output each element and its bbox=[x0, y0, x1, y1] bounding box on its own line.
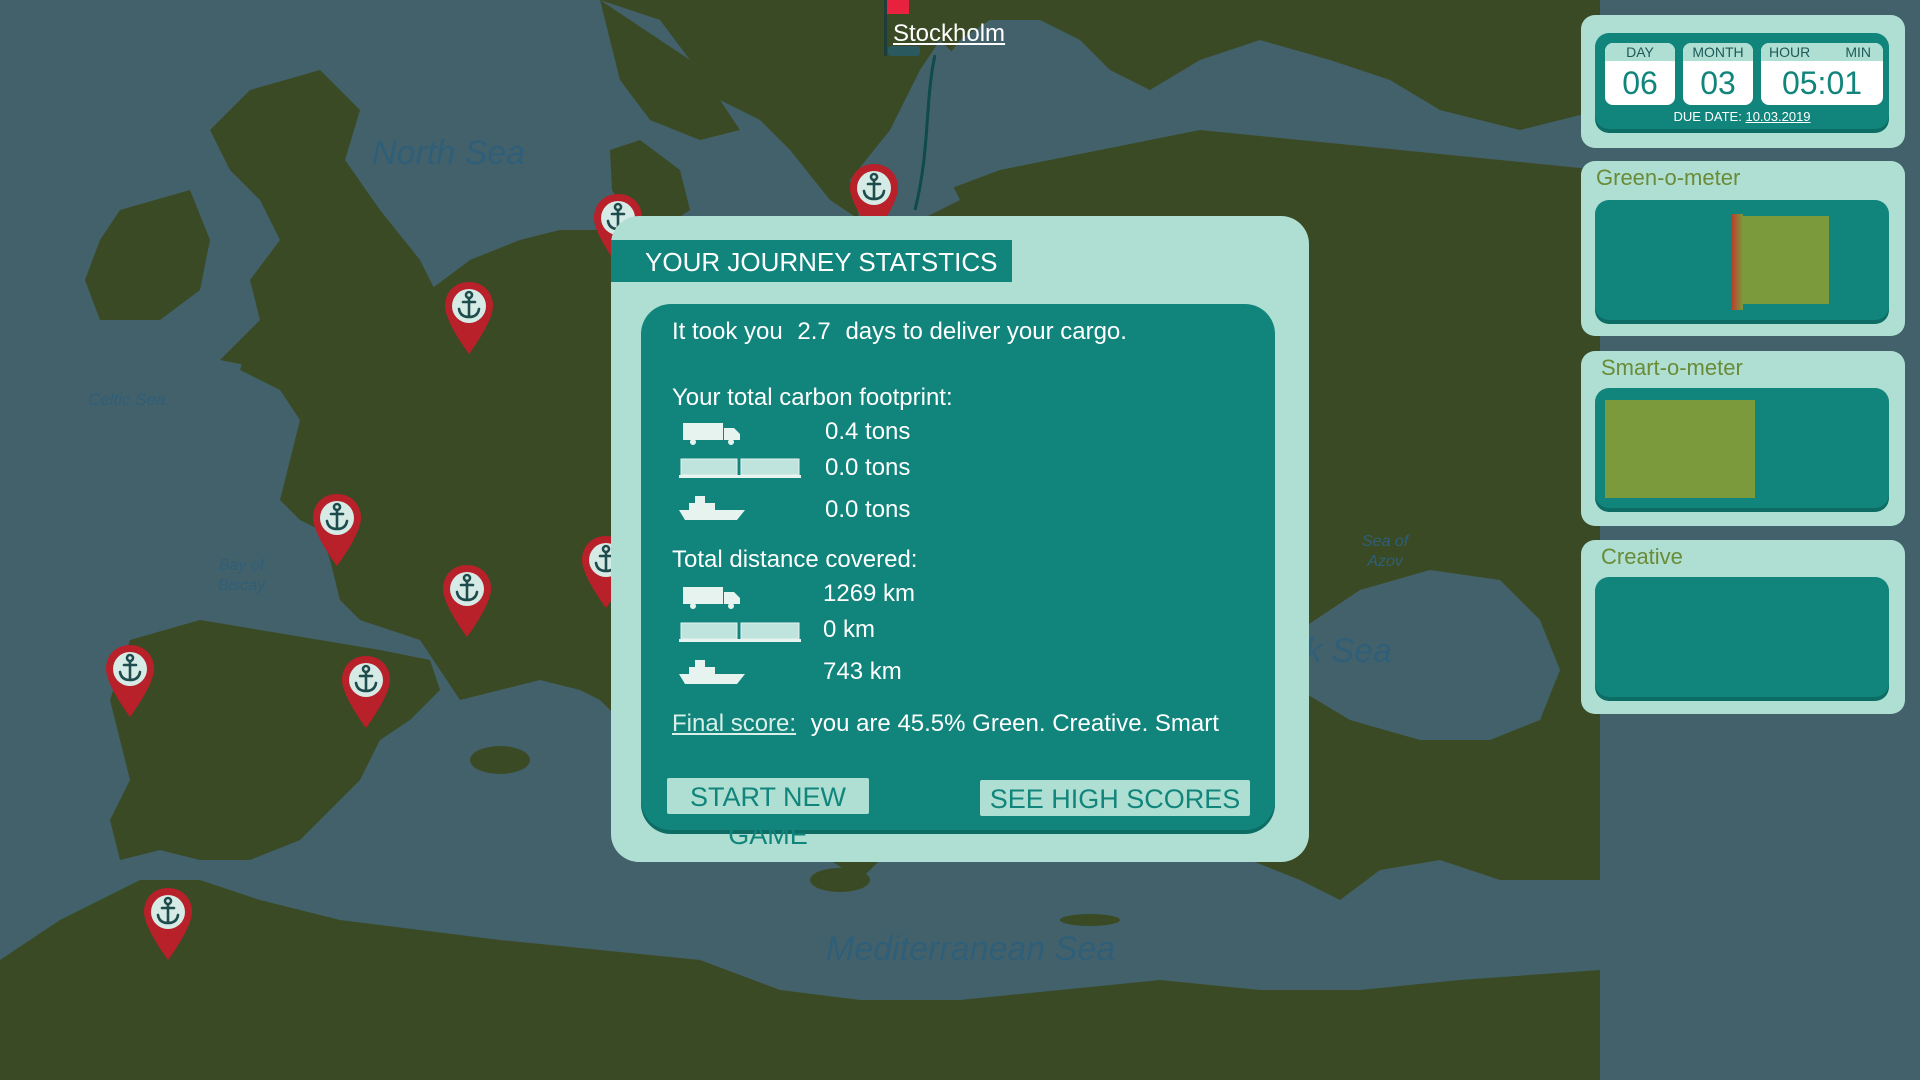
green-meter-panel: Green-o-meter bbox=[1581, 161, 1905, 336]
black-sea-label: k Sea bbox=[1305, 632, 1392, 670]
green-meter-edge bbox=[1731, 214, 1743, 310]
dialog-title: YOUR JOURNEY STATSTICS bbox=[611, 240, 1012, 282]
took-suffix: days to deliver your cargo. bbox=[845, 318, 1127, 345]
see-high-scores-button[interactable]: SEE HIGH SCORES bbox=[980, 780, 1250, 816]
creative-meter-box bbox=[1595, 577, 1889, 701]
month-value: 03 bbox=[1700, 65, 1736, 101]
start-new-game-button[interactable]: START NEW GAME bbox=[667, 778, 869, 850]
port-anchor-pin-icon[interactable] bbox=[340, 654, 392, 730]
train-icon bbox=[679, 458, 801, 478]
destination-city-link[interactable]: Stockholm bbox=[893, 20, 1005, 48]
due-date-value: 10.03.2019 bbox=[1745, 109, 1811, 124]
time-box: HOUR MIN 05:01 bbox=[1761, 43, 1883, 105]
hour-value: 05 bbox=[1781, 65, 1818, 101]
hour-label: HOUR bbox=[1769, 44, 1811, 60]
distance-train-value: 0 km bbox=[823, 616, 876, 643]
truck-icon bbox=[683, 587, 740, 609]
day-label: DAY bbox=[1605, 43, 1675, 61]
carbon-train-value: 0.0 tons bbox=[825, 454, 911, 481]
smart-meter-title: Smart-o-meter bbox=[1601, 355, 1743, 380]
creative-meter-panel: Creative bbox=[1581, 540, 1905, 714]
final-score-link[interactable]: Final score: bbox=[672, 710, 796, 737]
distance-heading: Total distance covered: bbox=[672, 546, 918, 573]
delivery-time-text: It took you 2.7 days to deliver your car… bbox=[672, 318, 1127, 346]
day-box: DAY 06 bbox=[1605, 43, 1675, 105]
clock-panel: DAY 06 MONTH 03 HOUR MIN 05:01 DUE DATE:… bbox=[1581, 15, 1905, 148]
day-value: 06 bbox=[1622, 65, 1658, 101]
hour-min-header: HOUR MIN bbox=[1761, 43, 1883, 61]
time-value: 05:01 bbox=[1761, 61, 1883, 105]
train-icon bbox=[679, 622, 801, 642]
distance-truck-value: 1269 km bbox=[823, 580, 916, 607]
month-label: MONTH bbox=[1683, 43, 1753, 61]
bay-of-biscay-line2: Biscay bbox=[218, 577, 266, 594]
creative-meter-title: Creative bbox=[1601, 544, 1683, 569]
north-sea-label: North Sea bbox=[372, 134, 526, 172]
sea-of-azov-line1: Sea of bbox=[1362, 533, 1409, 550]
smart-meter-panel: Smart-o-meter bbox=[1581, 351, 1905, 526]
month-box: MONTH 03 bbox=[1683, 43, 1753, 105]
ship-icon bbox=[679, 496, 745, 520]
took-prefix: It took you bbox=[672, 318, 783, 345]
green-meter-fill bbox=[1743, 216, 1829, 304]
days-value: 2.7 bbox=[797, 318, 831, 345]
carbon-truck-value: 0.4 tons bbox=[825, 418, 911, 445]
sea-of-azov-line2: Azov bbox=[1367, 553, 1403, 570]
smart-meter-box bbox=[1595, 388, 1889, 512]
green-meter-box bbox=[1595, 200, 1889, 324]
truck-icon bbox=[683, 423, 740, 445]
due-date: DUE DATE: 10.03.2019 bbox=[1595, 109, 1889, 124]
carbon-ship-value: 0.0 tons bbox=[825, 496, 911, 523]
journey-statistics-dialog: YOUR JOURNEY STATSTICS It took you 2.7 d… bbox=[611, 216, 1309, 862]
green-meter-title: Green-o-meter bbox=[1596, 165, 1741, 190]
bay-of-biscay-line1: Bay of bbox=[218, 557, 265, 574]
ship-icon bbox=[679, 660, 745, 684]
mediterranean-label: Mediterranean Sea bbox=[826, 930, 1116, 968]
min-label: MIN bbox=[1845, 44, 1871, 60]
port-anchor-pin-icon[interactable] bbox=[104, 643, 156, 719]
carbon-heading: Your total carbon footprint: bbox=[672, 384, 953, 411]
celtic-sea-label: Celtic Sea bbox=[88, 390, 166, 409]
dialog-body: It took you 2.7 days to deliver your car… bbox=[641, 304, 1275, 850]
port-anchor-pin-icon[interactable] bbox=[441, 563, 493, 639]
distance-ship-value: 743 km bbox=[823, 658, 902, 685]
final-score-text: you are 45.5% Green. Creative. Smart bbox=[810, 710, 1219, 737]
min-value: 01 bbox=[1826, 65, 1863, 101]
smart-meter-fill bbox=[1605, 400, 1755, 498]
sea-of-azov-label: Sea of Azov bbox=[1362, 532, 1408, 572]
final-score: Final score: you are 45.5% Green. Creati… bbox=[672, 710, 1219, 738]
port-anchor-pin-icon[interactable] bbox=[443, 280, 495, 356]
port-anchor-pin-icon[interactable] bbox=[311, 492, 363, 568]
bay-of-biscay-label: Bay of Biscay bbox=[218, 556, 265, 596]
port-anchor-pin-icon[interactable] bbox=[142, 886, 194, 962]
due-date-label: DUE DATE: bbox=[1673, 109, 1742, 124]
clock-inner: DAY 06 MONTH 03 HOUR MIN 05:01 DUE DATE:… bbox=[1595, 33, 1889, 133]
